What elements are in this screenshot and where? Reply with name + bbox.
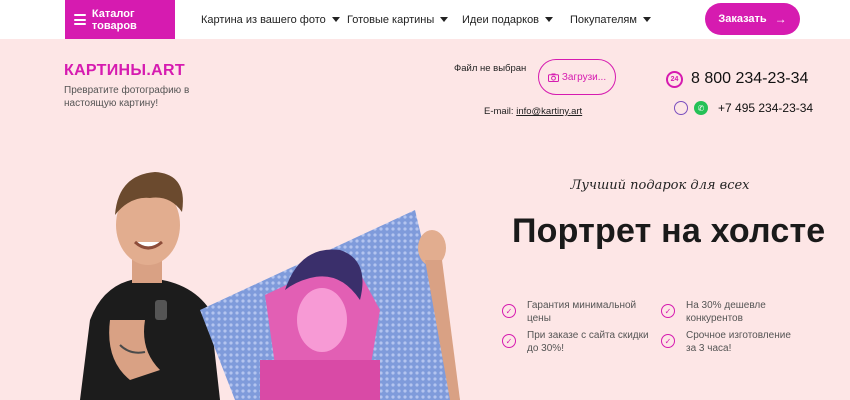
nav-item-label: Готовые картины xyxy=(347,13,435,26)
email-label: E-mail: xyxy=(484,106,514,117)
feature-text: Гарантия минимальной цены xyxy=(527,300,637,324)
nav-item-label: Покупателям xyxy=(570,13,637,26)
email-link[interactable]: info@kartiny.art xyxy=(516,106,582,117)
nav-item-label: Картина из вашего фото xyxy=(201,13,326,26)
feature-item: ✓ При заказе с сайта скидки до 30%! xyxy=(502,329,652,355)
order-label: Заказать xyxy=(718,13,767,25)
check-icon: ✓ xyxy=(502,334,516,348)
tagline: Превратите фотографию в настоящую картин… xyxy=(64,85,190,109)
upload-label: Загрузи... xyxy=(561,71,607,83)
whatsapp-icon[interactable]: ✆ xyxy=(694,101,708,115)
check-icon: ✓ xyxy=(661,334,675,348)
catalog-label: Каталог товаров xyxy=(91,7,137,32)
feature-text: При заказе с сайта скидки до 30%! xyxy=(527,330,649,354)
catalog-button[interactable]: Каталог товаров xyxy=(65,0,175,39)
viber-icon[interactable] xyxy=(674,101,688,115)
nav-item-gift-ideas[interactable]: Идеи подарков xyxy=(462,0,554,39)
phone-24-icon: 24 xyxy=(666,70,683,88)
chevron-down-icon xyxy=(642,17,651,22)
check-icon: ✓ xyxy=(661,304,675,318)
arrow-right-icon: → xyxy=(774,12,787,26)
nav-item-label: Идеи подарков xyxy=(462,13,540,26)
phone-second-number: +7 495 234-23-34 xyxy=(718,101,814,115)
phone-main[interactable]: 24 8 800 234-23-34 xyxy=(666,70,808,88)
feature-item: ✓ На 30% дешевле конкурентов xyxy=(661,299,791,325)
order-button[interactable]: Заказать → xyxy=(705,3,800,35)
nav-item-customers[interactable]: Покупателям xyxy=(570,0,651,39)
feature-item: ✓ Срочное изготовление за 3 часа! xyxy=(661,329,791,355)
nav-item-ready-paintings[interactable]: Готовые картины xyxy=(347,0,449,39)
phone-main-number: 8 800 234-23-34 xyxy=(691,70,809,87)
hero-image xyxy=(80,172,460,400)
chevron-down-icon xyxy=(331,17,340,22)
top-navigation: Каталог товаров Картина из вашего фото Г… xyxy=(0,0,850,39)
phone-second[interactable]: ✆ +7 495 234-23-34 xyxy=(674,101,813,115)
upload-button[interactable]: Загрузи... xyxy=(538,59,616,95)
chevron-down-icon xyxy=(545,17,554,22)
email-row: E-mail: info@kartiny.art xyxy=(484,106,582,117)
camera-icon xyxy=(547,73,559,82)
logo[interactable]: КАРТИНЫ.ART xyxy=(64,62,185,80)
hero-title: Портрет на холсте xyxy=(512,212,826,250)
check-icon: ✓ xyxy=(502,304,516,318)
feature-item: ✓ Гарантия минимальной цены xyxy=(502,299,652,325)
chevron-down-icon xyxy=(440,17,449,22)
feature-text: Срочное изготовление за 3 часа! xyxy=(686,330,791,354)
hero-subtitle: Лучший подарок для всех xyxy=(570,178,750,193)
nav-item-photo-painting[interactable]: Картина из вашего фото xyxy=(201,0,340,39)
file-status: Файл не выбран xyxy=(454,63,527,74)
feature-text: На 30% дешевле конкурентов xyxy=(686,300,766,324)
menu-icon xyxy=(74,14,86,25)
